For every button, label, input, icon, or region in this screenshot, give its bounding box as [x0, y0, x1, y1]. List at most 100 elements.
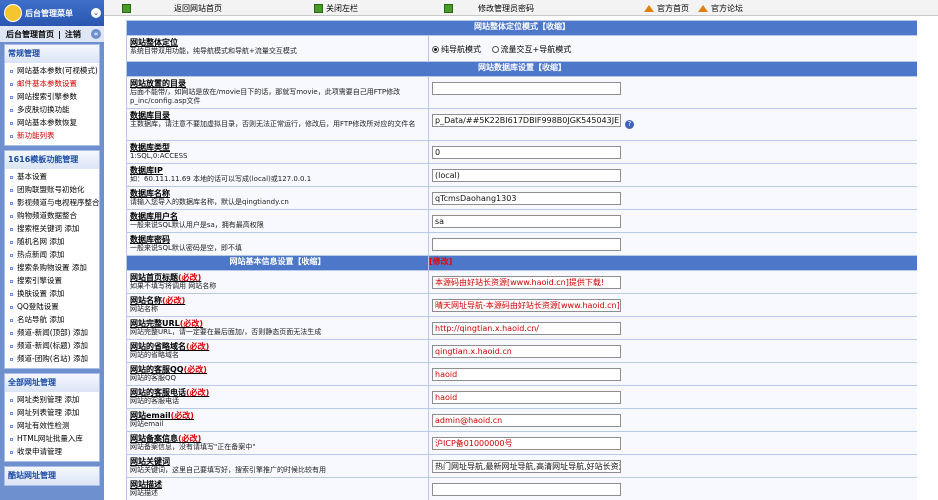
logout-link[interactable]: 注销	[65, 29, 81, 40]
text-input[interactable]: haoid	[432, 368, 621, 381]
radio-nav-only[interactable]: 纯导航模式	[432, 44, 481, 55]
help-icon[interactable]: ?	[625, 120, 634, 129]
field-label: 网站完整URL(必改)	[130, 319, 425, 328]
sidebar-menu-item[interactable]: 多皮肤切换功能	[5, 103, 99, 116]
form-row: 网站首页标题(必改) 如果不填写将调用 网站名称 本源码由好站长资源[www.hao…	[126, 270, 917, 294]
sidebar-menu-item[interactable]: 搜索引擎设置	[5, 274, 99, 287]
sidebar-menu-label: 频道-团购(名站) 添加	[17, 354, 88, 363]
text-input[interactable]: (local)	[432, 169, 621, 182]
bullet-icon	[10, 175, 13, 179]
sidebar-menu-item[interactable]: 网址有效性检测	[5, 419, 99, 432]
admin-home-link[interactable]: 后台管理首页	[6, 29, 54, 40]
sidebar-menu-item[interactable]: 邮件基本参数设置	[5, 77, 99, 90]
sidebar-panel-title[interactable]: 常规管理	[5, 45, 99, 63]
sidebar-menu-label: 网站搜索引擎参数	[17, 92, 77, 101]
bullet-icon	[10, 437, 13, 441]
text-input[interactable]	[432, 82, 621, 95]
section-edit-link[interactable]: [修改]	[428, 255, 917, 271]
sidebar-menu-label: 影视频道与电视程序整合	[17, 198, 99, 207]
sidebar-menu-item[interactable]: QQ登陆设置	[5, 300, 99, 313]
sidebar-menu-item[interactable]: 搜索条购物设置 添加	[5, 261, 99, 274]
change-password-link[interactable]: 修改管理员密码	[444, 3, 534, 14]
bullet-icon	[10, 424, 13, 428]
text-input[interactable]: 热门网址导航,最新网址导航,高清网址导航,好站长资源	[432, 460, 621, 473]
collapse-icon[interactable]: ⌄	[91, 8, 101, 18]
text-input[interactable]	[432, 238, 621, 251]
sidebar-menu-item[interactable]: 随机名网 添加	[5, 235, 99, 248]
settings-form: 网站整体定位模式【收缩】 网站整体定位 系统目带双用功能，纯导航模式和导航+流量…	[126, 20, 917, 500]
sidebar-menu-label: 换肤设置 添加	[17, 289, 65, 298]
sidebar-menu-label: 搜索条购物设置 添加	[17, 263, 87, 272]
sidebar-menu-item[interactable]: 收录申请管理	[5, 445, 99, 458]
close-left-link[interactable]: 关闭左栏	[314, 3, 358, 14]
required-mark: (必改)	[178, 273, 202, 282]
text-input[interactable]: haoid	[432, 391, 621, 404]
sidebar-menu-item[interactable]: 网址类别管理 添加	[5, 393, 99, 406]
radio-traffic-nav[interactable]: 流量交互+导航模式	[491, 44, 571, 55]
sidebar-menu-item[interactable]: 搜索框关键词 添加	[5, 222, 99, 235]
field-desc: 网站名称	[130, 305, 158, 313]
field-label: 数据库IP	[130, 166, 425, 175]
text-input[interactable]: 0	[432, 146, 621, 159]
home-link[interactable]: 返回网站首页	[122, 3, 222, 14]
sidebar-menu-item[interactable]: HTML网址批量入库	[5, 432, 99, 445]
sidebar-panel-title[interactable]: 酷站网址管理	[5, 467, 99, 485]
field-desc: 1:SQL,0:ACCESS	[130, 152, 188, 160]
logo-icon	[4, 4, 22, 22]
field-desc: 系统目带双用功能，纯导航模式和导航+流量交互模式	[130, 47, 297, 55]
text-input[interactable]	[432, 483, 621, 496]
fold-left-icon[interactable]: «	[91, 29, 101, 39]
form-row: 数据库名称 请输入您导入的数据库名称，默认是qingtiandy.cn qTcmsD…	[126, 186, 917, 210]
sidebar-menu-item[interactable]: 热点新闻 添加	[5, 248, 99, 261]
sidebar-menu-item[interactable]: 换肤设置 添加	[5, 287, 99, 300]
sidebar-menu-label: 邮件基本参数设置	[17, 79, 77, 88]
text-input[interactable]: 晴天网址导航-本源码由好站长资源[www.haoid.cn]提供	[432, 299, 621, 312]
text-input[interactable]: 沪ICP备01000000号	[432, 437, 621, 450]
sidebar-menu-label: 基本设置	[17, 172, 47, 181]
section-header-mode[interactable]: 网站整体定位模式【收缩】	[126, 20, 917, 36]
sidebar-menu-item[interactable]: 网站基本参数恢复	[5, 116, 99, 129]
text-input[interactable]: sa	[432, 215, 621, 228]
sidebar-menu-item[interactable]: 网站搜索引擎参数	[5, 90, 99, 103]
sidebar-menu-item[interactable]: 购物频道数据整合	[5, 209, 99, 222]
form-row: 网站的客服电话(必改) 网站的客服电话 haoid	[126, 385, 917, 409]
official-home-link[interactable]: 官方首页	[644, 3, 689, 14]
form-row: 数据库类型 1:SQL,0:ACCESS 0	[126, 140, 917, 164]
required-mark: (必改)	[183, 365, 207, 374]
form-row: 网站的客服QQ(必改) 网站的客服QQ haoid	[126, 362, 917, 386]
sidebar-menu-item[interactable]: 频道-新闻(顶部) 添加	[5, 326, 99, 339]
required-mark: (必改)	[170, 411, 194, 420]
sidebar-menu-item[interactable]: 网址列表管理 添加	[5, 406, 99, 419]
text-input[interactable]: http://qingtian.x.haoid.cn/	[432, 322, 621, 335]
text-input[interactable]: admin@haoid.cn	[432, 414, 621, 427]
field-label-text: 网站名称	[130, 296, 162, 305]
bullet-icon	[10, 292, 13, 296]
sidebar-panel-title[interactable]: 全部网址管理	[5, 374, 99, 392]
sidebar-menu-item[interactable]: 频道-新闻(标题) 添加	[5, 339, 99, 352]
sidebar-menu-label: 频道-新闻(标题) 添加	[17, 341, 88, 350]
text-input[interactable]: qingtian.x.haoid.cn	[432, 345, 621, 358]
sidebar-title: 后台管理菜单	[25, 8, 73, 18]
sidebar-menu-item[interactable]: 网站基本参数(可视模式)	[5, 64, 99, 77]
radio-dot	[491, 46, 499, 53]
text-input[interactable]: 本源码由好站长资源[www.haoid.cn]提供下载!	[432, 276, 621, 289]
sidebar-menu-label: 网站基本参数(可视模式)	[17, 66, 98, 75]
text-input[interactable]: qTcmsDaohang1303	[432, 192, 621, 205]
sidebar-menu-item[interactable]: 团购联盟账号初始化	[5, 183, 99, 196]
sidebar-menu-label: 搜索引擎设置	[17, 276, 62, 285]
bullet-icon	[10, 69, 13, 73]
section-header-basic[interactable]: 网站基本信息设置【收缩】	[126, 255, 429, 271]
sidebar-menu-item[interactable]: 名站导航 添加	[5, 313, 99, 326]
sidebar-menu-item[interactable]: 新功能列表	[5, 129, 99, 142]
official-forum-link[interactable]: 官方论坛	[698, 3, 743, 14]
field-desc: 网站描述	[130, 489, 158, 497]
bullet-icon	[10, 357, 13, 361]
sidebar-menu-item[interactable]: 频道-团购(名站) 添加	[5, 352, 99, 365]
sidebar-panel-title[interactable]: 1616模板功能管理	[5, 151, 99, 169]
sidebar-menu: 基本设置团购联盟账号初始化影视频道与电视程序整合购物频道数据整合 搜索框关键词 添…	[5, 169, 99, 368]
section-header-db[interactable]: 网站数据库设置【收缩】	[126, 61, 917, 77]
text-input[interactable]: p_Data/##5K22BI617DBIF998B0JGK545043JE	[432, 114, 621, 127]
sidebar-menu-item[interactable]: 基本设置	[5, 170, 99, 183]
field-label: 网站名称(必改)	[130, 296, 425, 305]
sidebar-menu-item[interactable]: 影视频道与电视程序整合	[5, 196, 99, 209]
